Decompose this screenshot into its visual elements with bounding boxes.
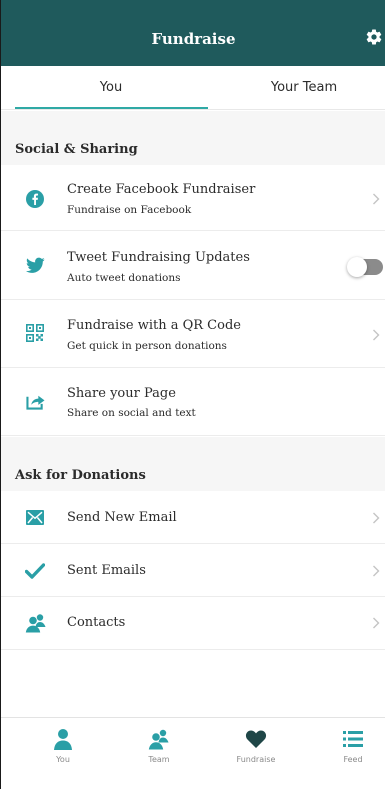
- chevron-right-icon: [373, 565, 380, 577]
- page-title: Fundraise: [151, 30, 236, 48]
- section-title: Social & Sharing: [15, 142, 138, 157]
- tabbar-label: Feed: [343, 755, 363, 764]
- section-title: Ask for Donations: [15, 468, 146, 483]
- selected-tab-indicator: [15, 107, 208, 109]
- row-title: Fundraise with a QR Code: [67, 318, 241, 333]
- tabbar-item-you[interactable]: You: [33, 718, 93, 774]
- row-title: Sent Emails: [67, 563, 146, 578]
- list-icon: [343, 731, 363, 747]
- top-app-bar: Fundraise: [1, 0, 385, 66]
- chevron-right-icon: [373, 617, 380, 629]
- row-title: Share your Page: [67, 386, 176, 401]
- tab-your-team[interactable]: Your Team: [208, 66, 385, 110]
- toggle-knob: [347, 257, 367, 277]
- row-subtitle: Fundraise on Facebook: [67, 204, 192, 216]
- list-item-tweet-fundraising-updates: Tweet Fundraising Updates Auto tweet don…: [1, 232, 385, 300]
- app-screen: Fundraise You Your Team Social & Sharing…: [0, 0, 385, 789]
- list-item-contacts[interactable]: Contacts: [1, 598, 385, 650]
- mail-icon: [26, 510, 44, 525]
- row-title: Send New Email: [67, 510, 177, 525]
- qr-code-icon: [26, 324, 44, 342]
- tabbar-label: You: [56, 755, 70, 764]
- row-title: Contacts: [67, 615, 126, 630]
- heart-icon: [245, 730, 267, 748]
- section-header-social-sharing: Social & Sharing: [1, 111, 385, 165]
- chevron-right-icon: [373, 193, 380, 205]
- row-subtitle: Share on social and text: [67, 407, 196, 419]
- list-item-share-your-page[interactable]: Share your Page Share on social and text: [1, 369, 385, 436]
- chevron-right-icon: [373, 512, 380, 524]
- tab-you[interactable]: You: [15, 66, 207, 110]
- tabbar-label: Team: [148, 755, 170, 764]
- twitter-icon: [26, 257, 45, 273]
- share-icon: [26, 395, 45, 410]
- tabbar-item-team[interactable]: Team: [129, 718, 189, 774]
- facebook-icon: [26, 190, 44, 208]
- tabbar-item-fundraise[interactable]: Fundraise: [226, 718, 286, 774]
- list-item-create-facebook-fundraiser[interactable]: Create Facebook Fundraiser Fundraise on …: [1, 165, 385, 231]
- row-subtitle: Auto tweet donations: [67, 272, 181, 284]
- tabbar-label: Fundraise: [236, 755, 276, 764]
- contacts-icon: [25, 614, 46, 633]
- gear-icon[interactable]: [365, 28, 383, 46]
- bottom-tab-bar: You Team Fundraise Feed: [1, 717, 385, 773]
- team-icon: [148, 729, 169, 750]
- auto-tweet-toggle[interactable]: [347, 257, 383, 277]
- chevron-right-icon: [373, 329, 380, 341]
- person-icon: [54, 729, 72, 750]
- row-title: Tweet Fundraising Updates: [67, 250, 250, 265]
- section-header-ask-for-donations: Ask for Donations: [1, 437, 385, 491]
- list-item-sent-emails[interactable]: Sent Emails: [1, 545, 385, 597]
- list-item-send-new-email[interactable]: Send New Email: [1, 491, 385, 544]
- tabbar-item-feed[interactable]: Feed: [323, 718, 383, 774]
- row-subtitle: Get quick in person donations: [67, 340, 227, 352]
- screen-bottom-edge: [1, 773, 385, 789]
- checkmark-icon: [25, 563, 45, 579]
- list-item-fundraise-qr-code[interactable]: Fundraise with a QR Code Get quick in pe…: [1, 301, 385, 368]
- segment-tabs: You Your Team: [1, 66, 385, 110]
- row-title: Create Facebook Fundraiser: [67, 182, 256, 197]
